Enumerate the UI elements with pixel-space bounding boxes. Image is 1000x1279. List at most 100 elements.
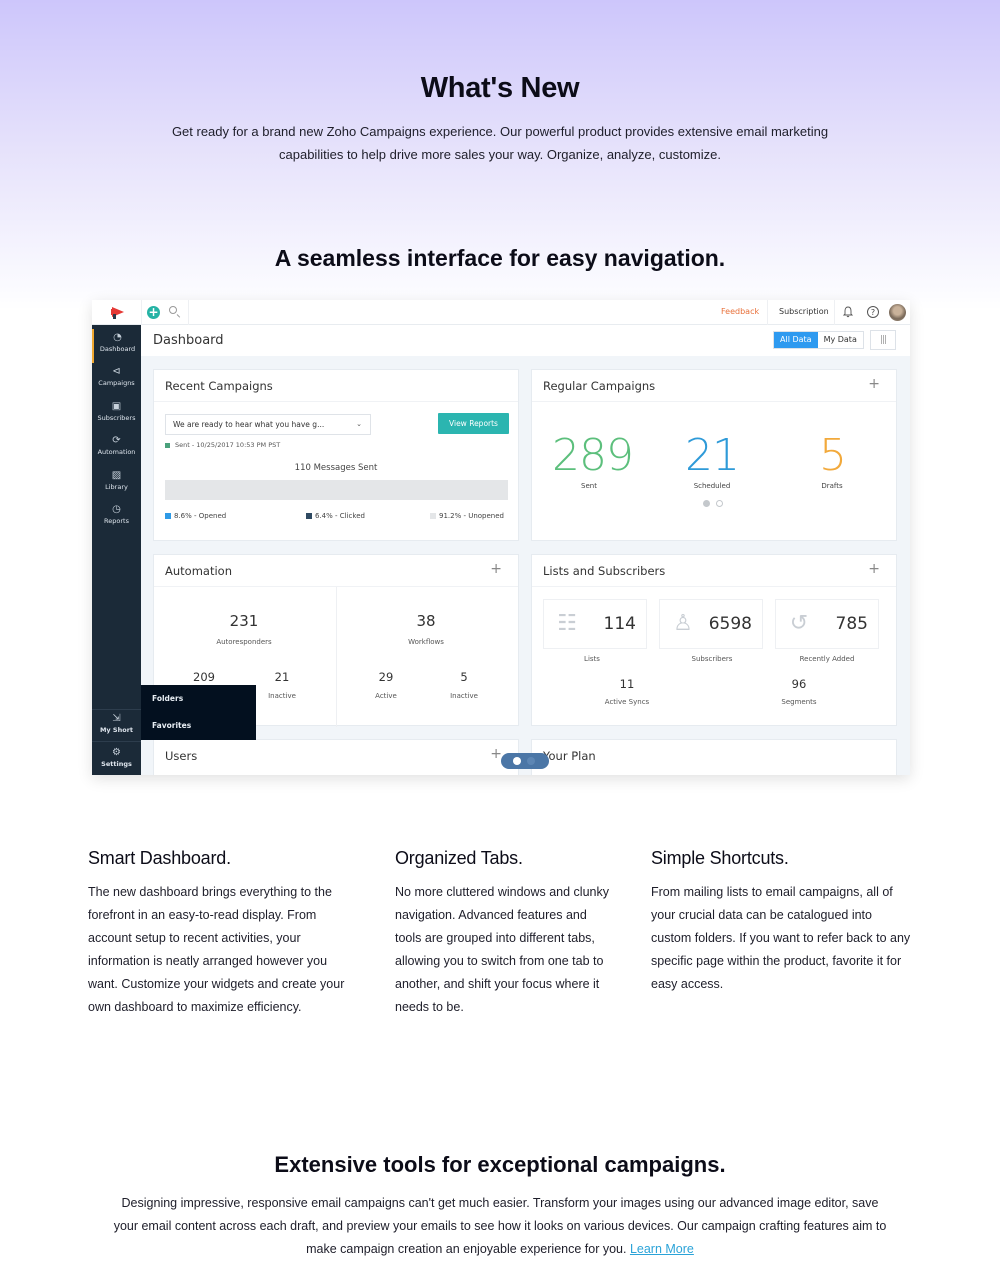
drafts-label: Drafts bbox=[821, 482, 843, 490]
sidebar-item-dashboard[interactable]: ◔ Dashboard bbox=[92, 329, 141, 363]
lists-count: 114 bbox=[603, 614, 636, 634]
help-icon[interactable]: ? bbox=[867, 306, 879, 318]
sidebar-item-label: Settings bbox=[101, 760, 132, 768]
search-icon[interactable] bbox=[169, 306, 181, 318]
page-dot-active[interactable] bbox=[703, 500, 710, 507]
person-icon: ♙ bbox=[673, 611, 693, 636]
campaign-select-value: We are ready to hear what you have g... bbox=[173, 420, 325, 429]
dashboard-header: Dashboard All Data My Data ||| bbox=[141, 325, 910, 356]
gauge-icon: ◔ bbox=[113, 332, 122, 343]
workflows-active-count: 29 bbox=[378, 670, 394, 684]
workflows-inactive-label: Inactive bbox=[450, 692, 478, 700]
autoresponders-count: 231 bbox=[229, 612, 259, 630]
add-icon[interactable]: + bbox=[868, 561, 880, 577]
sidebar-item-label: Automation bbox=[97, 448, 136, 456]
status-dot bbox=[165, 442, 170, 448]
sidebar-item-reports[interactable]: ◷ Reports bbox=[92, 501, 141, 535]
autoresponders-label: Autoresponders bbox=[216, 638, 272, 646]
recently-added-label: Recently Added bbox=[799, 655, 855, 663]
feature-text: From mailing lists to email campaigns, a… bbox=[651, 885, 911, 991]
my-data-button[interactable]: My Data bbox=[817, 332, 863, 348]
megaphone-icon: ⊲ bbox=[112, 366, 121, 377]
hero-description: Get ready for a brand new Zoho Campaigns… bbox=[171, 124, 829, 162]
feature-title: Organized Tabs. bbox=[395, 848, 523, 868]
contact-list-icon: ☷ bbox=[557, 611, 577, 636]
workflows-label: Workflows bbox=[408, 638, 444, 646]
tools-description-text: Designing impressive, responsive email c… bbox=[113, 1196, 887, 1256]
feature-title: Smart Dashboard. bbox=[88, 848, 231, 868]
recently-added-count: 785 bbox=[835, 614, 868, 634]
scheduled-count: 21 bbox=[685, 430, 740, 481]
legend-opened: 8.6% - Opened bbox=[165, 512, 226, 520]
lists-stat[interactable]: ☷ 114 bbox=[543, 599, 647, 649]
sidebar-item-library[interactable]: ▨ Library bbox=[92, 467, 141, 501]
all-data-button[interactable]: All Data bbox=[774, 332, 818, 348]
carousel-dot[interactable] bbox=[527, 757, 535, 765]
flyout-item-folders[interactable]: Folders bbox=[152, 694, 183, 703]
tools-description: Designing impressive, responsive email c… bbox=[110, 1192, 890, 1261]
sidebar-item-label: Campaigns bbox=[98, 379, 135, 387]
engagement-bar-unopened bbox=[165, 480, 508, 500]
campaign-select[interactable]: We are ready to hear what you have g... … bbox=[165, 414, 371, 435]
sidebar-item-label: Library bbox=[105, 483, 128, 491]
sidebar-item-settings[interactable]: ⚙ Settings bbox=[92, 744, 141, 775]
sent-label: Sent bbox=[581, 482, 597, 490]
segments-label: Segments bbox=[781, 698, 817, 706]
lists-label: Lists bbox=[584, 655, 600, 663]
legend-unopened: 91.2% - Unopened bbox=[430, 512, 504, 520]
page-dot[interactable] bbox=[716, 500, 723, 507]
page-title: Dashboard bbox=[153, 333, 224, 348]
bell-icon[interactable] bbox=[843, 306, 853, 318]
sidebar: ◔ Dashboard ⊲ Campaigns ▣ Subscribers ⟳ … bbox=[92, 325, 141, 775]
autoresponders-inactive-count: 21 bbox=[274, 670, 290, 684]
card-title: Automation bbox=[165, 564, 232, 578]
drafts-count: 5 bbox=[819, 430, 847, 481]
plus-circle-icon[interactable]: + bbox=[147, 306, 160, 319]
sent-status: Sent - 10/25/2017 10:53 PM PST bbox=[165, 441, 280, 449]
app-logo[interactable] bbox=[92, 300, 141, 325]
engagement-bar bbox=[165, 480, 508, 500]
workflows-count: 38 bbox=[416, 612, 436, 630]
users-card: Users + bbox=[153, 739, 519, 775]
history-icon: ↺ bbox=[789, 611, 809, 636]
chevron-down-icon: ⌄ bbox=[356, 420, 362, 428]
recent-campaigns-card: Recent Campaigns We are ready to hear wh… bbox=[153, 369, 519, 541]
sidebar-item-my-shortcuts[interactable]: ⇲ My Short bbox=[92, 710, 141, 744]
legend-clicked: 6.4% - Clicked bbox=[306, 512, 365, 520]
regular-campaigns-card: Regular Campaigns + 289 Sent 21 Schedule… bbox=[531, 369, 897, 541]
add-icon[interactable]: + bbox=[490, 561, 502, 577]
workflows-inactive-count: 5 bbox=[460, 670, 468, 684]
card-title: Recent Campaigns bbox=[165, 379, 273, 393]
user-avatar[interactable] bbox=[889, 304, 906, 321]
add-icon[interactable]: + bbox=[868, 376, 880, 392]
carousel-dot-active[interactable] bbox=[513, 757, 521, 765]
flyout-item-favorites[interactable]: Favorites bbox=[152, 721, 191, 730]
hero-title: What's New bbox=[420, 72, 580, 104]
customize-widgets-button[interactable]: ||| bbox=[870, 330, 896, 350]
feedback-link[interactable]: Feedback bbox=[721, 307, 759, 316]
sent-count: 289 bbox=[552, 430, 634, 481]
sidebar-item-label: Dashboard bbox=[99, 345, 136, 353]
active-syncs-count: 11 bbox=[619, 677, 635, 691]
shortcuts-flyout-menu: Folders Favorites bbox=[141, 685, 256, 740]
carousel-indicator bbox=[501, 753, 549, 769]
megaphone-icon bbox=[109, 307, 125, 319]
sidebar-item-label: Reports bbox=[104, 517, 129, 525]
subscribers-stat[interactable]: ♙ 6598 bbox=[659, 599, 763, 649]
dashboard-screenshot: + Feedback Subscription ? ◔ Dashboard ⊲ … bbox=[92, 300, 910, 775]
feature-simple-shortcuts: Simple Shortcuts. From mailing lists to … bbox=[651, 848, 913, 996]
active-syncs-label: Active Syncs bbox=[604, 698, 650, 706]
subscription-link[interactable]: Subscription bbox=[779, 307, 829, 316]
tools-title: Extensive tools for exceptional campaign… bbox=[274, 1152, 726, 1177]
sidebar-item-subscribers[interactable]: ▣ Subscribers bbox=[92, 398, 141, 432]
recently-added-stat[interactable]: ↺ 785 bbox=[775, 599, 879, 649]
view-reports-button[interactable]: View Reports bbox=[438, 413, 509, 434]
card-title: Lists and Subscribers bbox=[543, 564, 666, 578]
sidebar-item-automation[interactable]: ⟳ Automation bbox=[92, 432, 141, 466]
autoresponders-inactive-label: Inactive bbox=[268, 692, 296, 700]
card-title: Users bbox=[165, 749, 198, 763]
learn-more-link[interactable]: Learn More bbox=[630, 1242, 694, 1256]
app-topbar: + Feedback Subscription ? bbox=[92, 300, 910, 325]
subscribers-label: Subscribers bbox=[691, 655, 733, 663]
sidebar-item-campaigns[interactable]: ⊲ Campaigns bbox=[92, 363, 141, 397]
